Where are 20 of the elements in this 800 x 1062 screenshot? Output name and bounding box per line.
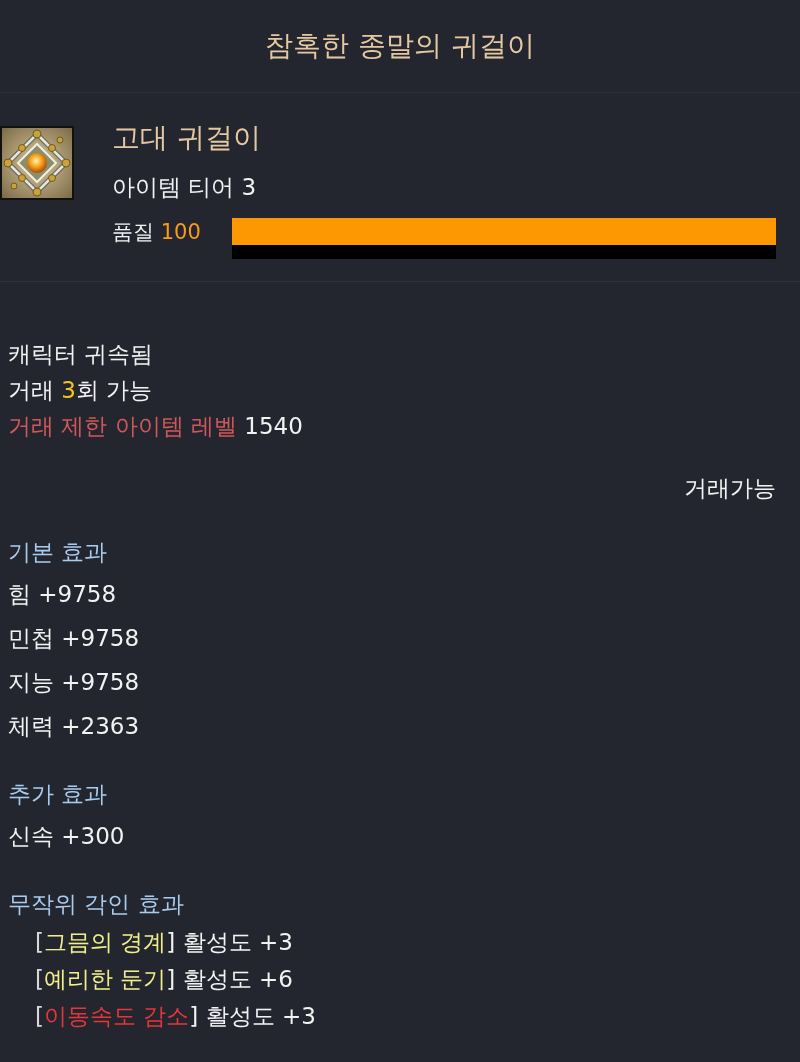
stat-line: 힘 +9758 (8, 580, 117, 609)
item-title: 참혹한 종말의 귀걸이 (265, 28, 535, 64)
engraving-line: [이동속도 감소] 활성도 +3 (35, 1002, 316, 1031)
item-info-line: 거래 3회 가능 (8, 376, 153, 405)
trade-status: 거래가능 (684, 474, 776, 503)
quality-text: 품질 100 (112, 219, 201, 246)
engraving-line: [예리한 둔기] 활성도 +6 (35, 965, 293, 994)
item-tier-text: 아이템 티어 3 (112, 173, 257, 202)
section-heading: 추가 효과 (8, 780, 108, 809)
item-info-line: 거래 제한 아이템 레벨 1540 (8, 412, 303, 441)
stat-line: 체력 +2363 (8, 712, 140, 741)
item-info-line: 캐릭터 귀속됨 (8, 340, 154, 369)
engraving-line: [그믐의 경계] 활성도 +3 (35, 928, 293, 957)
stat-line: 신속 +300 (8, 822, 125, 851)
jewel-icon (0, 126, 74, 200)
item-grade-text: 고대 귀걸이 (112, 120, 261, 156)
stat-line: 민첩 +9758 (8, 624, 140, 653)
section-heading: 기본 효과 (8, 538, 108, 567)
section-heading: 무작위 각인 효과 (8, 890, 184, 919)
stat-line: 지능 +9758 (8, 668, 140, 697)
